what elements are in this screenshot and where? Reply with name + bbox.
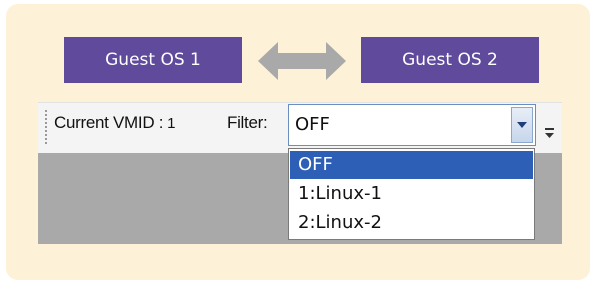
guest-os-2-label: Guest OS 2 — [402, 50, 498, 70]
filter-option-off[interactable]: OFF — [290, 151, 533, 179]
filter-option-linux-2[interactable]: 2:Linux-2 — [290, 209, 533, 237]
toolbar-grip-handle[interactable] — [45, 110, 47, 144]
filter-dropdown-list: OFF 1:Linux-1 2:Linux-2 — [288, 148, 535, 240]
current-vmid: Current VMID :1 — [54, 113, 176, 133]
filter-option-linux-1[interactable]: 1:Linux-1 — [290, 180, 533, 208]
current-vmid-label: Current VMID : — [54, 113, 164, 132]
guest-os-2-box: Guest OS 2 — [361, 37, 539, 83]
guest-os-1-label: Guest OS 1 — [105, 50, 201, 70]
filter-dropdown-button[interactable] — [511, 107, 533, 143]
guest-os-1-box: Guest OS 1 — [64, 37, 242, 83]
filter-combobox-value: OFF — [295, 114, 330, 135]
toolbar-overflow-icon[interactable] — [544, 122, 556, 142]
filter-combobox[interactable]: OFF — [288, 104, 536, 146]
current-vmid-value: 1 — [167, 115, 176, 132]
double-arrow-icon — [258, 42, 346, 80]
chevron-down-icon — [517, 122, 527, 128]
filter-label: Filter: — [227, 113, 268, 132]
